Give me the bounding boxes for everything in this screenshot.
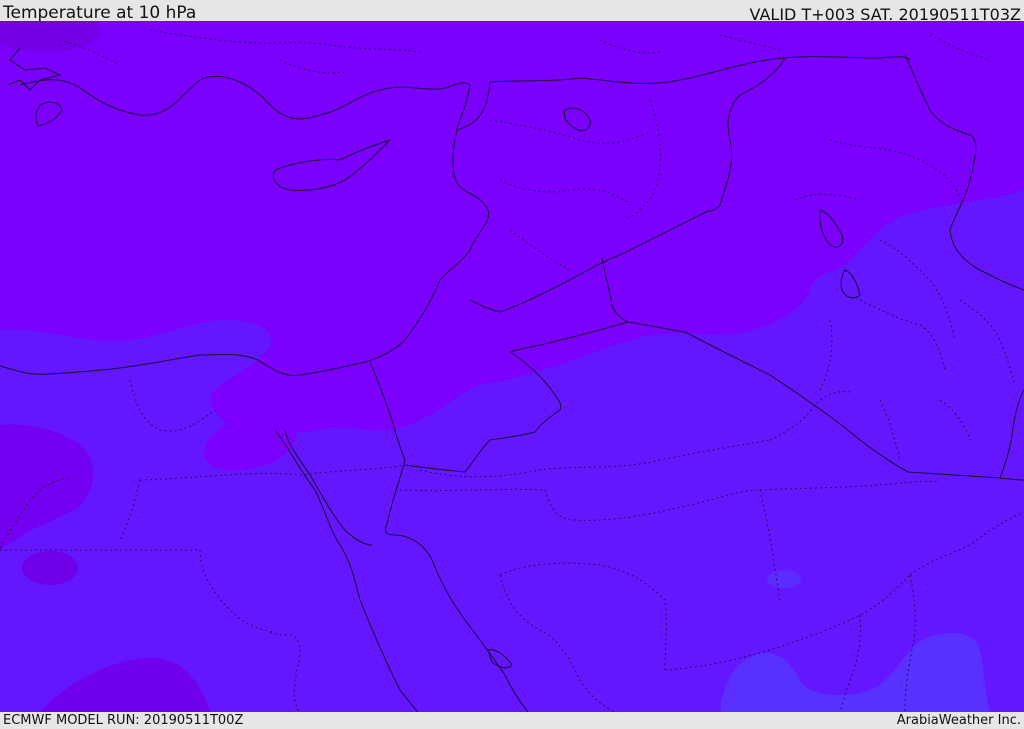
header-bar: Temperature at 10 hPa VALID T+003 SAT. 2… <box>0 0 1024 24</box>
warm-patch-south <box>22 551 78 585</box>
map-canvas <box>0 21 1024 712</box>
cool-patch-small <box>767 570 801 588</box>
forecast-map-page: Temperature at 10 hPa VALID T+003 SAT. 2… <box>0 0 1024 729</box>
credit-label: ArabiaWeather Inc. <box>896 713 1021 728</box>
temperature-map <box>0 21 1024 712</box>
model-run-label: ECMWF MODEL RUN: 20190511T00Z <box>3 713 244 728</box>
footer-bar: ECMWF MODEL RUN: 20190511T00Z ArabiaWeat… <box>0 712 1024 729</box>
